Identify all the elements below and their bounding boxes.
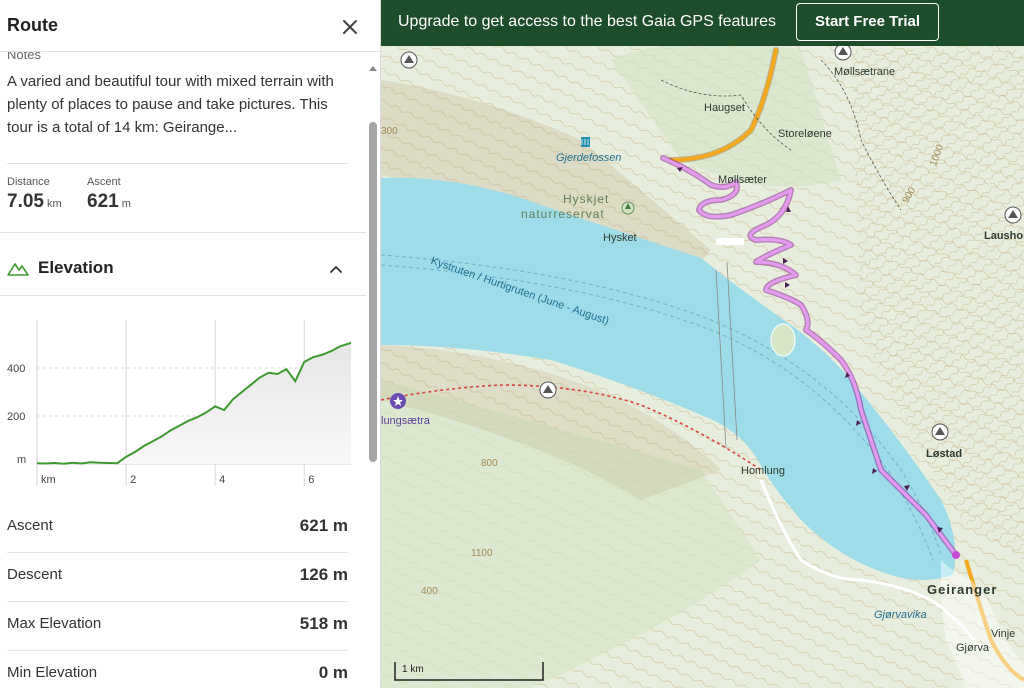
route-panel: Route Notes A varied and beautiful tour … xyxy=(0,0,381,688)
row-min-elevation-value: 0 m xyxy=(318,663,348,682)
shelter-icon[interactable] xyxy=(834,43,852,61)
map-label-geiranger: Geiranger xyxy=(927,582,998,597)
stat-ascent-label: Ascent xyxy=(87,176,121,188)
map-label-lungsaetra: lungsætra xyxy=(381,415,430,427)
island xyxy=(770,323,796,357)
map-label-gjorva: Gjørva xyxy=(956,642,989,654)
divider xyxy=(0,232,366,233)
chart-x-unit-label: km xyxy=(41,474,56,486)
chart-x-tick-label: 2 xyxy=(130,474,136,486)
map-label-laushor: Laushor xyxy=(984,230,1024,242)
contour-label: 1100 xyxy=(471,548,493,559)
route-end-marker[interactable] xyxy=(952,551,960,559)
shelter-icon[interactable] xyxy=(400,51,418,69)
map-label-storeloene: Storeløene xyxy=(778,128,832,140)
shelter-icon[interactable] xyxy=(539,381,557,399)
row-ascent-value: 621 m xyxy=(299,516,348,535)
map-label-naturreservat: naturreservat xyxy=(521,207,605,221)
map-label-gjerdefossen: Gjerdefossen xyxy=(556,152,622,164)
contour-label: 400 xyxy=(421,586,438,597)
chart-x-tick-label: 4 xyxy=(219,474,225,486)
row-descent: Descent 126 m xyxy=(7,553,348,602)
scroll-up-icon[interactable] xyxy=(369,64,377,72)
row-descent-value: 126 m xyxy=(299,565,348,584)
upgrade-banner-text: Upgrade to get access to the best Gaia G… xyxy=(398,13,776,30)
mountain-icon xyxy=(7,262,29,276)
nature-reserve-icon[interactable] xyxy=(621,201,635,215)
map-label-hyskjet: Hyskjet xyxy=(563,192,610,206)
panel-title: Route xyxy=(7,15,58,35)
close-icon[interactable] xyxy=(336,13,364,41)
map-label-mollsaetrane: Møllsætrane xyxy=(834,66,896,78)
stat-distance-value: 7.05 km xyxy=(7,191,62,213)
chevron-up-icon[interactable] xyxy=(326,259,346,279)
elevation-title: Elevation xyxy=(38,258,114,277)
shelter-icon[interactable] xyxy=(931,423,949,441)
row-min-elevation: Min Elevation 0 m xyxy=(7,651,348,688)
map-label-lostad: Løstad xyxy=(926,448,963,460)
contour-label: 800 xyxy=(481,458,498,469)
waterfall-icon[interactable] xyxy=(581,137,590,147)
row-ascent-label: Ascent xyxy=(7,517,53,534)
row-ascent: Ascent 621 m xyxy=(7,504,348,553)
scroll-thumb[interactable] xyxy=(369,122,377,462)
star-poi-icon[interactable] xyxy=(390,393,406,409)
map-label-vinje: Vinje xyxy=(991,628,1016,640)
map-label-mollsaeter: Møllsæter xyxy=(718,174,767,186)
app-root: Route Notes A varied and beautiful tour … xyxy=(0,0,1024,688)
divider xyxy=(0,295,366,296)
map-label-haugset: Haugset xyxy=(704,102,745,114)
row-max-elevation-value: 518 m xyxy=(299,614,348,633)
map-label-gjorvavika: Gjørvavika xyxy=(874,609,927,621)
upgrade-banner: Upgrade to get access to the best Gaia G… xyxy=(381,0,1024,46)
row-min-elevation-label: Min Elevation xyxy=(7,664,98,681)
chart-y-tick-label: 200 xyxy=(7,411,25,423)
map-label-hysket: Hysket xyxy=(603,232,637,244)
chart-y-tick-label: 400 xyxy=(7,363,25,375)
stat-distance-number: 7.05 xyxy=(7,191,44,212)
stat-ascent-number: 621 xyxy=(87,191,119,212)
stat-distance-label: Distance xyxy=(7,176,50,188)
panel-header: Route xyxy=(0,0,380,52)
row-descent-label: Descent xyxy=(7,566,63,583)
stat-ascent-unit: m xyxy=(121,198,131,210)
chart-x-tick-label: 6 xyxy=(308,474,314,486)
divider xyxy=(7,163,348,164)
map-label-homlung: Homlung xyxy=(741,465,786,477)
stat-distance-unit: km xyxy=(46,198,62,210)
contour-label: 300 xyxy=(381,126,398,137)
map-scale-label: 1 km xyxy=(402,664,424,675)
row-max-elevation-label: Max Elevation xyxy=(7,615,102,632)
stat-ascent-value: 621 m xyxy=(87,191,131,213)
elevation-chart: 200 400 2 4 6 m km xyxy=(7,320,352,486)
building xyxy=(716,238,744,245)
chart-y-unit-label: m xyxy=(17,454,26,466)
start-free-trial-button[interactable]: Start Free Trial xyxy=(796,3,939,41)
notes-text: A varied and beautiful tour with mixed t… xyxy=(7,73,334,136)
shelter-icon[interactable] xyxy=(1004,206,1022,224)
row-max-elevation: Max Elevation 518 m xyxy=(7,602,348,651)
panel-scrollbar[interactable] xyxy=(367,60,379,688)
map-view[interactable]: Møllsætrane Haugset Storeløene Gjerdefos… xyxy=(381,0,1024,688)
